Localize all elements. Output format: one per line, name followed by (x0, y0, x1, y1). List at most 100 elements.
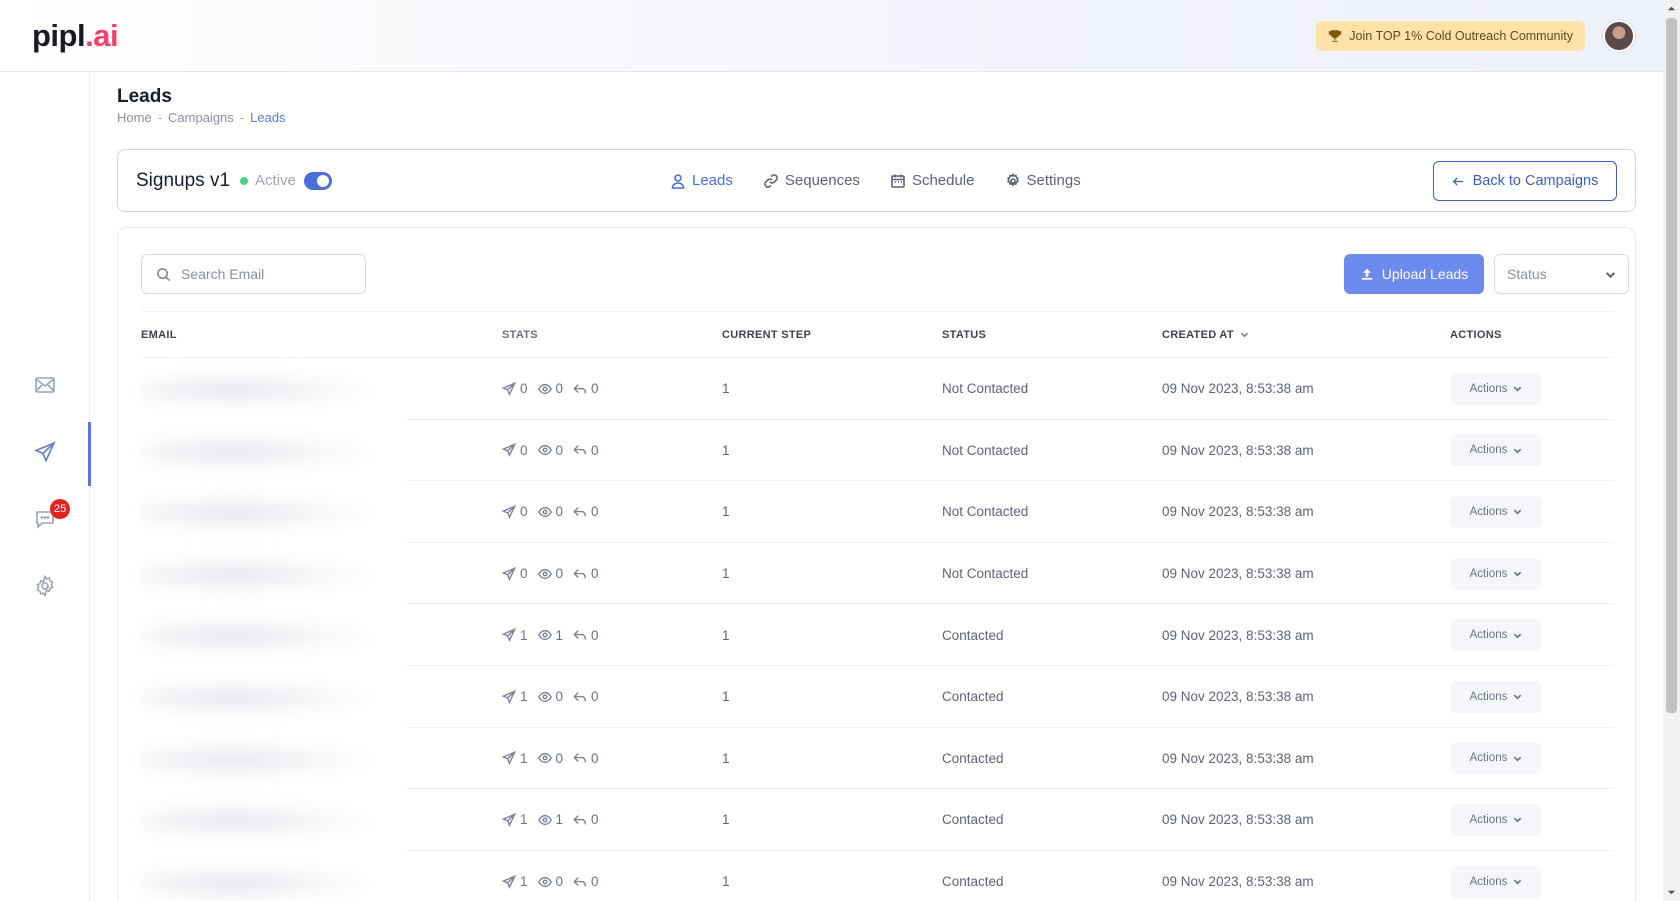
logo-suffix: .ai (85, 17, 119, 53)
row-actions-button[interactable]: Actions (1450, 803, 1542, 836)
back-to-campaigns-button[interactable]: Back to Campaigns (1433, 161, 1617, 201)
eye-icon (537, 691, 552, 702)
email-cell[interactable] (141, 358, 502, 420)
stats-cell: 0 0 0 (502, 566, 722, 581)
actions-label: Actions (1469, 690, 1508, 703)
sidebar-item-settings[interactable] (0, 556, 90, 616)
eye-icon (537, 876, 552, 887)
chevron-down-icon (1514, 694, 1522, 700)
chevron-down-icon (1514, 756, 1522, 762)
breadcrumb-separator: - (157, 110, 163, 125)
email-cell[interactable] (141, 666, 502, 728)
opened-stat: 0 (537, 381, 563, 396)
sidebar-item-mail[interactable] (0, 355, 90, 415)
email-cell[interactable] (141, 728, 502, 790)
breadcrumb: Home - Campaigns - Leads (117, 110, 286, 125)
sent-count: 0 (520, 566, 528, 582)
search-field[interactable] (141, 254, 366, 294)
eye-icon (537, 383, 552, 394)
search-icon (157, 267, 171, 281)
send-icon (502, 628, 516, 643)
reply-icon (573, 445, 586, 455)
tab-sequences[interactable]: Sequences (763, 172, 860, 189)
table-row: 0 0 0 1 Not Contacted 09 Nov 2023, 8:53:38 am… (141, 543, 1614, 605)
upload-leads-button[interactable]: Upload Leads (1344, 254, 1484, 294)
replied-stat: 0 (573, 628, 599, 643)
actions-label: Actions (1469, 813, 1508, 826)
tab-schedule[interactable]: Schedule (890, 172, 975, 189)
breadcrumb-home[interactable]: Home (117, 110, 152, 125)
row-actions-button[interactable]: Actions (1450, 372, 1542, 405)
leads-table: EMAIL STATS CURRENT STEP STATUS CREATED … (141, 311, 1614, 901)
sent-count: 0 (520, 381, 528, 397)
page-scrollbar[interactable] (1663, 0, 1680, 901)
email-cell[interactable] (141, 420, 502, 482)
search-input[interactable] (181, 266, 351, 282)
replied-count: 0 (591, 750, 599, 766)
tab-settings[interactable]: Settings (1005, 172, 1081, 189)
actions-cell: Actions (1450, 372, 1614, 405)
redacted-email (141, 677, 371, 718)
user-avatar[interactable] (1603, 19, 1635, 52)
created-at-cell: 09 Nov 2023, 8:53:38 am (1162, 627, 1314, 643)
chevron-down-icon (1514, 448, 1522, 454)
email-cell[interactable] (141, 604, 502, 666)
column-created-at[interactable]: CREATED AT (1162, 329, 1450, 341)
actions-cell: Actions (1450, 495, 1614, 528)
tab-leads[interactable]: Leads (670, 172, 733, 189)
scroll-down-icon[interactable] (1667, 888, 1676, 897)
scrollbar-thumb[interactable] (1666, 18, 1677, 713)
email-cell[interactable] (141, 851, 502, 901)
sent-count: 0 (520, 504, 528, 520)
email-cell[interactable] (141, 543, 502, 605)
row-actions-button[interactable]: Actions (1450, 434, 1542, 467)
gear-icon (1006, 172, 1019, 187)
status-filter-select[interactable]: Status (1494, 254, 1629, 294)
campaign-status: Active (255, 172, 296, 189)
sent-count: 1 (520, 689, 528, 705)
send-icon (502, 689, 516, 704)
opened-count: 0 (555, 504, 564, 520)
status-cell: Contacted (942, 874, 1004, 890)
email-cell[interactable] (141, 481, 502, 543)
status-cell: Not Contacted (942, 566, 1029, 582)
redacted-email (141, 801, 371, 842)
status-cell: Not Contacted (942, 504, 1029, 520)
row-actions-button[interactable]: Actions (1450, 619, 1542, 652)
campaign-active-toggle[interactable] (303, 171, 332, 190)
row-actions-button[interactable]: Actions (1450, 557, 1542, 590)
pipl-logo[interactable]: pipl.ai (32, 17, 119, 54)
reply-icon (573, 568, 586, 578)
sidebar-item-inbox[interactable]: 25 (0, 489, 90, 549)
row-actions-button[interactable]: Actions (1450, 742, 1542, 775)
replied-count: 0 (591, 689, 599, 705)
chevron-down-icon (1514, 633, 1522, 639)
opened-stat: 1 (537, 628, 563, 643)
breadcrumb-campaigns[interactable]: Campaigns (168, 110, 234, 125)
calendar-icon (891, 174, 905, 188)
sent-stat: 1 (502, 812, 528, 827)
email-cell[interactable] (141, 789, 502, 851)
scroll-up-icon[interactable] (1667, 4, 1676, 13)
table-body: 0 0 0 1 Not Contacted 09 Nov 2023, 8:53:38 am… (141, 358, 1614, 901)
replied-count: 0 (591, 812, 599, 828)
community-label: Join TOP 1% Cold Outreach Community (1349, 28, 1573, 43)
sent-stat: 0 (502, 381, 528, 396)
stats-cell: 1 0 0 (502, 689, 722, 704)
reply-icon (573, 691, 586, 702)
tab-settings-label: Settings (1026, 172, 1081, 189)
join-community-button[interactable]: Join TOP 1% Cold Outreach Community (1316, 20, 1585, 51)
replied-stat: 0 (573, 381, 599, 396)
redacted-email (141, 370, 371, 410)
sent-stat: 1 (502, 628, 528, 643)
row-actions-button[interactable]: Actions (1450, 680, 1542, 713)
row-actions-button[interactable]: Actions (1450, 495, 1542, 528)
table-row: 1 1 0 1 Contacted 09 Nov 2023, 8:53:38 am Acti… (141, 789, 1614, 851)
eye-icon (537, 630, 552, 641)
send-icon (502, 812, 516, 827)
sidebar-item-campaigns[interactable] (0, 422, 91, 486)
breadcrumb-current: Leads (250, 110, 286, 125)
sent-count: 1 (520, 874, 528, 890)
row-actions-button[interactable]: Actions (1450, 865, 1542, 898)
column-email[interactable]: EMAIL (141, 329, 502, 341)
